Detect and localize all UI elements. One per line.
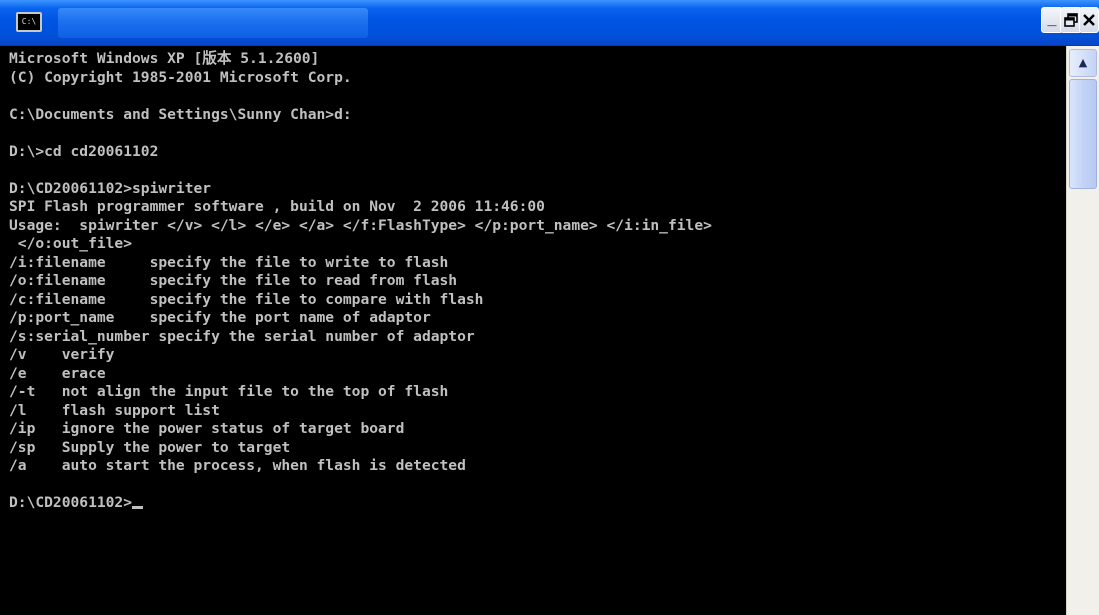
console-line: (C) Copyright 1985-2001 Microsoft Corp.	[9, 68, 352, 86]
scroll-up-button[interactable]: ▲	[1069, 49, 1097, 77]
title-bar[interactable]: C:\ _	[0, 0, 1099, 46]
console-line: /o:filename specify the file to read fro…	[9, 272, 458, 289]
text-cursor	[132, 506, 144, 509]
close-icon	[1083, 14, 1095, 26]
command-prompt-window: C:\ _ Microsoft Windows XP [版本 5.1.2600]…	[0, 0, 1099, 615]
console-line: /i:filename specify the file to write to…	[9, 253, 449, 271]
console-output[interactable]: Microsoft Windows XP [版本 5.1.2600] (C) Co…	[0, 46, 1066, 615]
close-button[interactable]	[1079, 7, 1099, 33]
console-line: /a auto start the process, when flash is…	[9, 457, 466, 474]
console-line: </o:out_file>	[9, 235, 133, 252]
up-arrow-icon: ▲	[1078, 56, 1088, 69]
console-line: Usage: spiwriter </v> </l> </e> </a> </f…	[9, 216, 712, 234]
console-window-icon[interactable]: C:\	[16, 12, 42, 32]
scrollbar-thumb[interactable]	[1069, 79, 1097, 189]
console-line: D:\>cd cd20061102	[9, 142, 159, 160]
console-text: Microsoft Windows XP [版本 5.1.2600] (C) Co…	[0, 46, 1066, 513]
vertical-scrollbar[interactable]: ▲	[1066, 46, 1099, 615]
prompt-text: D:\CD20061102>	[9, 494, 133, 511]
console-line: C:\Documents and Settings\Sunny Chan>d:	[9, 105, 352, 123]
console-line: /s:serial_number specify the serial numb…	[9, 327, 475, 345]
console-line: /e erace	[9, 364, 106, 382]
console-line: /v verify	[9, 346, 115, 363]
console-line: /sp Supply the power to target	[9, 438, 291, 456]
title-highlight	[58, 8, 368, 38]
console-line: Microsoft Windows XP [版本 5.1.2600]	[9, 50, 320, 67]
console-line: /-t not align the input file to the top …	[9, 383, 449, 400]
command-prompt-line[interactable]: D:\CD20061102>	[9, 494, 1066, 513]
console-line: /ip ignore the power status of target bo…	[9, 420, 405, 437]
restore-icon	[1064, 13, 1078, 27]
console-line: /l flash support list	[9, 401, 220, 419]
console-line: SPI Flash programmer software , build on…	[9, 198, 545, 215]
console-line: D:\CD20061102>spiwriter	[9, 179, 212, 197]
console-line: /c:filename specify the file to compare …	[9, 290, 484, 308]
console-line: /p:port_name specify the port name of ad…	[9, 309, 431, 326]
